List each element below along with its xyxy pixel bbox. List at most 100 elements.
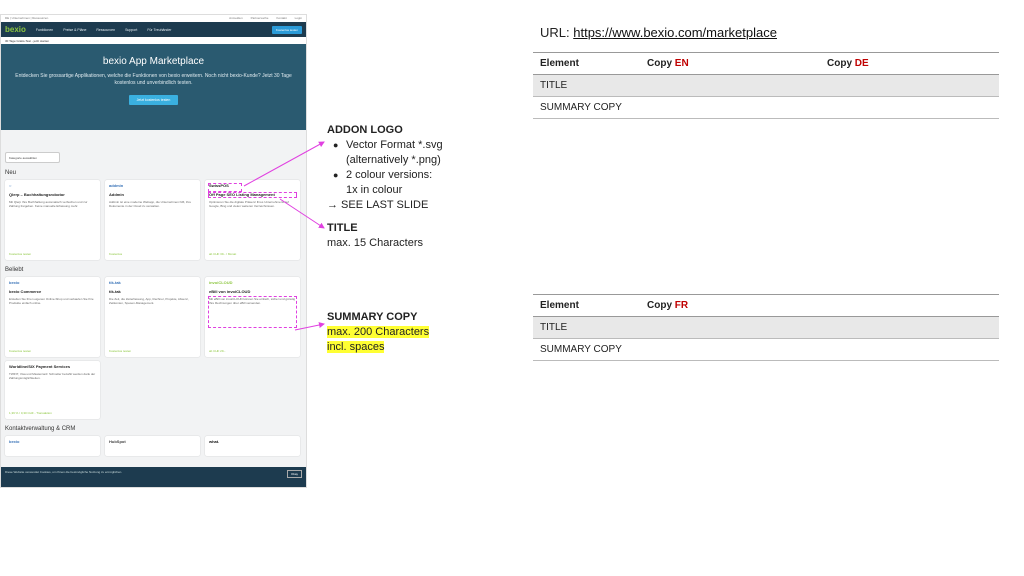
app-logo: bexio [9,439,20,444]
app-summary: Mit Qlerp Ihre Buchhaltung automatisch v… [9,200,88,208]
card-row-new: ○ Qlerp – Buchhaltungsrobotor Mit Qlerp … [5,180,306,260]
bexio-logo[interactable]: bexio [5,25,26,34]
section-heading: Kontaktverwaltung & CRM [5,426,76,432]
app-card[interactable]: SwissPOS Off Page SEO Listing Management… [205,180,300,260]
copy-cell[interactable] [820,96,999,119]
copy-cell[interactable] [820,74,999,97]
row-label: TITLE [533,316,640,339]
col-header: Copy FR [640,294,999,317]
hero-text: Entdecken Sie grossartige Applikationen,… [15,73,292,86]
copy-cell[interactable] [640,74,820,97]
app-card[interactable]: invoiCLOUD eBill von invoiCLOUD Mit eBil… [205,277,300,357]
app-logo: SwissPOS [208,183,242,192]
marketplace-screenshot: DE | Unternehmen | Ressourcen Anmelden P… [0,14,307,488]
summary-limit: max. 200 Characters [327,326,430,338]
logo-bullet-cont: 1x in colour [346,184,403,196]
promo-bar[interactable]: 30 Tage Gratis-Test - jetzt starten [1,37,306,44]
nav-link[interactable]: Für Treuhänder [147,28,171,32]
app-card[interactable]: tik-tak tik-tak Die Zeit, die Zeiterfass… [105,277,200,357]
nav-link[interactable]: Support [125,28,137,32]
app-card[interactable]: bexio bexio Commerce Erstellen Sie Ihren… [5,277,100,357]
logo-bullet: Vector Format *.svg [327,138,443,153]
topbar-item[interactable]: Login [295,16,302,21]
app-logo: addmin [109,183,124,188]
topbar-item[interactable]: Partnersuche [251,16,269,21]
app-title: Qlerp – Buchhaltungsrobotor [9,192,65,197]
app-summary: Mit eBill von invoiCLOUD können Sie einf… [208,296,297,328]
card-row-crm: bexio HubSpot what. [5,436,306,456]
col-header: Copy DE [820,52,999,75]
app-logo: HubSpot [109,439,126,444]
nav-link[interactable]: Preise & Pläne [63,28,86,32]
logo-bullet: 2 colour versions: [327,168,443,183]
topbar-item[interactable]: DE | Unternehmen | Ressourcen [5,16,48,21]
app-price: Kostenlos testen [9,349,32,353]
url-link[interactable]: https://www.bexio.com/marketplace [573,25,777,40]
copy-cell[interactable] [640,316,999,339]
summary-annotation-label: SUMMARY COPY [327,311,418,323]
category-filter[interactable]: Kategorie auswählen [5,152,60,163]
app-title: bexio Commerce [9,289,42,294]
logo-annotation: ADDON LOGO Vector Format *.svg (alternat… [327,123,443,213]
app-summary: TWINT, Visa und Mastercard: Schneller be… [9,372,96,380]
copy-table-en-de: Element Copy EN Copy DE TITLE SUMMARY CO… [533,52,999,119]
app-card[interactable]: addmin Addmin Addmin ist eine moderne We… [105,180,200,260]
app-title: eBill von invoiCLOUD [209,289,251,294]
topbar-item[interactable]: Anmelden [229,16,243,21]
app-card[interactable]: what. [205,436,300,456]
copy-cell[interactable] [640,96,820,119]
nav-link[interactable]: Ressourcen [96,28,115,32]
app-logo: invoiCLOUD [209,280,233,285]
summary-annotation: SUMMARY COPY max. 200 Characters incl. s… [327,310,430,355]
app-logo: ○ [9,183,12,188]
col-header: Element [533,294,640,317]
top-utility-bar: DE | Unternehmen | Ressourcen Anmelden P… [1,15,306,22]
copy-cell[interactable] [640,338,999,361]
hero-title: bexio App Marketplace [102,56,205,67]
hero-cta-button[interactable]: Jetzt kostenlos testen [128,95,179,105]
app-title: Addmin [109,192,124,197]
app-title: Worldline/SIX Payment Services [9,364,71,369]
app-price: Kostenlos testen [109,349,132,353]
card-row-extra: Worldline/SIX Payment Services TWINT, Vi… [5,361,306,419]
app-summary: Optimieren Sie die digitale Präsenz Ihre… [209,200,289,208]
row-label: SUMMARY COPY [533,338,640,361]
free-trial-button[interactable]: Kostenlos testen [271,25,302,34]
see-last-slide: → SEE LAST SLIDE [327,199,429,211]
app-summary: Addmin ist eine moderne Webapp, die Unte… [109,200,191,208]
app-price: ab CHF 39.- / Monat [209,252,237,256]
topbar-item[interactable]: Kontakt [276,16,286,21]
section-heading: Beliebt [5,267,24,273]
app-card[interactable]: HubSpot [105,436,200,456]
logo-bullet-cont: (alternatively *.png) [346,154,441,166]
col-header: Element [533,52,640,75]
app-summary: Die Zeit, die Zeiterfassung, App, Rechne… [109,297,189,305]
url-prefix: URL: [540,25,574,40]
app-card[interactable]: bexio [5,436,100,456]
app-logo: what. [209,439,220,444]
row-label: TITLE [533,74,640,97]
title-annotation: TITLE max. 15 Characters [327,221,423,251]
app-summary: Erstellen Sie Ihren eigenen Online-Shop … [9,297,94,305]
app-price: Kostenlos [109,252,123,256]
col-header: Copy EN [640,52,820,75]
cookie-text: Diese Website verwendet Cookies, um Ihne… [5,470,123,474]
app-card[interactable]: ○ Qlerp – Buchhaltungsrobotor Mit Qlerp … [5,180,100,260]
section-heading: Neu [5,170,17,176]
summary-limit: incl. spaces [327,341,385,353]
row-label: SUMMARY COPY [533,96,640,119]
app-title: Off Page SEO Listing Management [208,192,297,198]
app-price: 1,39 % / 0,30 CHF - Transaktion [9,411,52,415]
copy-table-fr: Element Copy FR TITLE SUMMARY COPY [533,294,999,361]
nav-link[interactable]: Funktionen [36,28,53,32]
cookie-banner: Diese Website verwendet Cookies, um Ihne… [1,467,306,487]
card-row-popular: bexio bexio Commerce Erstellen Sie Ihren… [5,277,306,357]
logo-annotation-title: ADDON LOGO [327,124,403,136]
app-logo: tik-tak [109,280,121,285]
title-annotation-label: TITLE [327,222,358,234]
app-price: Kostenlos testen [9,252,32,256]
app-title: tik-tak [109,289,121,294]
app-card[interactable]: Worldline/SIX Payment Services TWINT, Vi… [5,361,100,419]
hero-banner: bexio App Marketplace Entdecken Sie gros… [1,44,306,130]
cookie-okay-button[interactable]: Okay [286,470,302,478]
